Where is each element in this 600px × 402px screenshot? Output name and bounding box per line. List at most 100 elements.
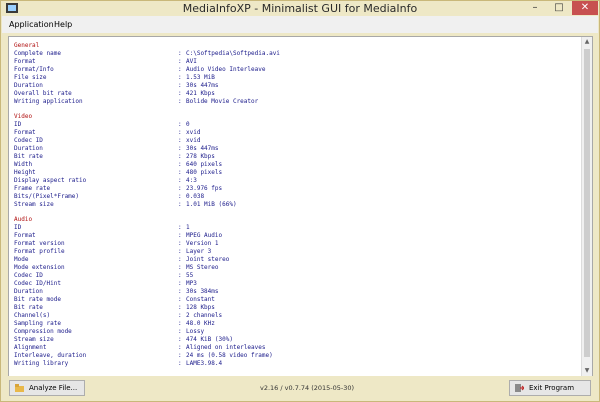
field-value: Bolide Movie Creator (186, 98, 259, 105)
report-row: Bit rate mode: Constant (14, 296, 215, 304)
field-separator: : (178, 121, 182, 128)
field-name: Bits/(Pixel*Frame) (14, 193, 80, 200)
field-separator: : (178, 74, 182, 81)
field-value: 640 pixels (186, 161, 223, 168)
field-name: Duration (14, 145, 43, 152)
report-row: ID:0 (14, 121, 190, 129)
report-row: Codec ID: xvid (14, 137, 200, 145)
field-name: Codec ID/Hint (14, 280, 61, 287)
report-panel[interactable]: General Complete name: C:\Softpedia\Softpe… (8, 36, 593, 377)
report-row: Codec ID/Hint: MP3 (14, 280, 197, 288)
field-name: ID (14, 224, 22, 231)
field-separator: : (178, 336, 182, 343)
report-row: Format profile: Layer 3 (14, 248, 211, 256)
field-value: 2 channels (186, 312, 223, 319)
field-value: 4:3 (186, 177, 197, 184)
field-separator: : (178, 169, 182, 176)
field-name: Height (14, 169, 36, 176)
field-value: 1.53 MiB (186, 74, 215, 81)
field-name: Duration (14, 288, 43, 295)
field-separator: : (178, 280, 182, 287)
report-row: Interleave, duration:24 ms (0.58 video f… (14, 352, 273, 360)
report-row: Bit rate:278 Kbps (14, 153, 215, 161)
field-name: Bit rate (14, 304, 43, 311)
field-value: 474 KiB (30%) (186, 336, 233, 343)
field-name: Mode (14, 256, 29, 263)
field-separator: : (178, 161, 182, 168)
field-separator: : (178, 296, 182, 303)
menu-help[interactable]: Help (54, 20, 72, 29)
field-name: Display aspect ratio (14, 177, 87, 184)
report-row: Width:640 pixels (14, 161, 222, 169)
section-heading: General (14, 42, 40, 49)
menu-bar: Application Help (2, 16, 598, 33)
field-value: Joint stereo (186, 256, 230, 263)
field-separator: : (178, 224, 182, 231)
field-value: 128 Kbps (186, 304, 215, 311)
field-separator: : (178, 58, 182, 65)
scroll-thumb[interactable] (584, 49, 590, 357)
field-separator: : (178, 288, 182, 295)
field-value: Aligned on interleaves (186, 344, 266, 351)
field-value: 0 (186, 121, 190, 128)
field-value: Audio Video Interleave (186, 66, 266, 73)
scroll-up-icon[interactable]: ▲ (582, 37, 592, 47)
field-separator: : (178, 352, 182, 359)
analyze-file-icon (15, 384, 24, 392)
field-name: Format version (14, 240, 65, 247)
field-name: Complete name (14, 50, 61, 57)
field-value: Layer 3 (186, 248, 212, 255)
field-value: 24 ms (0.58 video frame) (186, 352, 273, 359)
report-row: Channel(s):2 channels (14, 312, 222, 320)
report-row: File size:1.53 MiB (14, 74, 215, 82)
field-name: Stream size (14, 201, 54, 208)
report-row: Compression mode: Lossy (14, 328, 204, 336)
section-heading: Video (14, 113, 33, 120)
report-row: Sampling rate:48.0 KHz (14, 320, 215, 328)
field-name: Format/Info (14, 66, 54, 73)
close-button[interactable]: ✕ (572, 1, 598, 15)
version-label: v2.16 / v0.7.74 (2015-05-30) (260, 384, 355, 392)
field-name: Format (14, 58, 36, 65)
exit-program-icon (515, 384, 524, 392)
field-separator: : (178, 328, 182, 335)
field-separator: : (178, 98, 182, 105)
field-name: Duration (14, 82, 43, 89)
media-report: General Complete name: C:\Softpedia\Softpe… (14, 42, 280, 368)
report-row: Stream size:1.01 MiB (66%) (14, 201, 237, 209)
field-separator: : (178, 153, 182, 160)
field-name: Overall bit rate (14, 90, 72, 97)
report-row: Format version: Version 1 (14, 240, 219, 248)
field-name: Codec ID (14, 272, 43, 279)
field-name: Writing application (14, 98, 83, 105)
report-row: Format: MPEG Audio (14, 232, 222, 240)
field-value: MS Stereo (186, 264, 219, 271)
maximize-button[interactable]: □ (548, 1, 570, 15)
report-row: Stream size:474 KiB (30%) (14, 336, 233, 344)
minimize-button[interactable]: – (524, 1, 546, 15)
report-row: ID:1 (14, 224, 190, 232)
report-row: Alignment: Aligned on interleaves (14, 344, 265, 352)
field-separator: : (178, 177, 182, 184)
exit-program-button[interactable]: Exit Program (509, 380, 591, 396)
vertical-scrollbar[interactable]: ▲ ▼ (581, 37, 592, 376)
scroll-down-icon[interactable]: ▼ (582, 366, 592, 376)
field-value: 1.01 MiB (66%) (186, 201, 237, 208)
field-separator: : (178, 82, 182, 89)
field-name: Writing library (14, 360, 69, 367)
menu-application[interactable]: Application (9, 20, 54, 29)
field-value: 1 (186, 224, 190, 231)
field-name: Mode extension (14, 264, 65, 271)
field-separator: : (178, 50, 182, 57)
field-value: 421 Kbps (186, 90, 215, 97)
field-value: Lossy (186, 328, 205, 335)
field-value: MP3 (186, 280, 197, 287)
field-name: Channel(s) (14, 312, 51, 319)
field-value: MPEG Audio (186, 232, 223, 239)
field-name: Codec ID (14, 137, 43, 144)
report-row: Duration:30s 447ms (14, 82, 219, 90)
field-separator: : (178, 193, 182, 200)
analyze-file-button[interactable]: Analyze File... (9, 380, 85, 396)
field-separator: : (178, 145, 182, 152)
field-separator: : (178, 240, 182, 247)
